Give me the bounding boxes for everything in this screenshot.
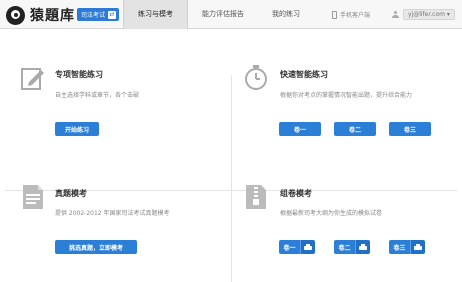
card-quick-practice: 快速智能练习 根据你对考点的掌握情况智能出题，提升综合能力 卷一 卷二 卷三 <box>243 65 453 145</box>
mock-paper-1-button[interactable]: 卷一 <box>279 240 300 254</box>
print-paper-2-button[interactable] <box>355 240 370 254</box>
ape-logo-icon <box>6 5 25 25</box>
mock-paper-2-button[interactable]: 卷二 <box>334 240 355 254</box>
card-title: 专项智能练习 <box>55 70 103 79</box>
card-title: 真题模考 <box>55 189 87 198</box>
card-description: 根据你对考点的掌握情况智能出题，提升综合能力 <box>280 92 413 99</box>
card-mock-exam: 组卷模考 根据最新司考大纲为你生成的模拟试卷 卷一 卷二 卷三 <box>243 184 453 264</box>
tab-my-practice[interactable]: 我的练习 <box>258 0 314 29</box>
mock-paper-2-group: 卷二 <box>334 240 370 254</box>
main-content: 专项智能练习 自主选择学科或章节，各个击破 开始练习 快速智能练习 根据你对考点… <box>0 29 462 282</box>
card-real-exam: 真题模考 提供 2002-2012 年国家司法考试真题模考 挑选真题，立即模考 <box>20 184 220 264</box>
zip-paper-icon <box>246 185 266 209</box>
logo[interactable]: 猿題库 <box>6 5 75 25</box>
start-practice-button[interactable]: 开始练习 <box>55 122 99 136</box>
exam-switch-badge[interactable]: 司法考试 ⇄ <box>77 8 120 21</box>
quick-paper-3-button[interactable]: 卷三 <box>389 122 431 136</box>
stopwatch-icon <box>245 65 267 90</box>
mock-paper-3-button[interactable]: 卷三 <box>389 240 410 254</box>
card-description: 提供 2002-2012 年国家司法考试真题模考 <box>55 210 170 217</box>
top-bar: 猿題库 司法考试 ⇄ 练习与模考 能力评估报告 我的练习 手机客户端 yj@li… <box>0 0 462 29</box>
printer-icon <box>359 243 367 251</box>
printer-icon <box>304 243 312 251</box>
exam-badge-label: 司法考试 <box>81 12 106 19</box>
edit-note-icon <box>21 68 44 90</box>
print-paper-3-button[interactable] <box>410 240 425 254</box>
card-description: 根据最新司考大纲为你生成的模拟试卷 <box>280 210 383 217</box>
mock-paper-1-group: 卷一 <box>279 240 315 254</box>
logo-text: 猿題库 <box>30 8 75 24</box>
user-icon <box>392 11 399 18</box>
card-title: 快速智能练习 <box>280 70 328 79</box>
phone-icon <box>332 10 337 19</box>
mock-paper-3-group: 卷三 <box>389 240 425 254</box>
tab-practice-and-mock[interactable]: 练习与模考 <box>123 0 188 29</box>
document-icon <box>23 185 43 209</box>
quick-paper-2-button[interactable]: 卷二 <box>334 122 376 136</box>
vertical-divider <box>231 75 232 282</box>
user-name-dropdown[interactable]: yj@lifer.com ▾ <box>403 9 455 20</box>
swap-icon: ⇄ <box>108 10 117 19</box>
mobile-client-label: 手机客户端 <box>340 12 371 19</box>
user-menu[interactable]: yj@lifer.com ▾ <box>392 0 455 29</box>
card-special-practice: 专项智能练习 自主选择学科或章节，各个击破 开始练习 <box>20 65 220 145</box>
choose-real-exam-button[interactable]: 挑选真题，立即模考 <box>55 240 137 254</box>
card-description: 自主选择学科或章节，各个击破 <box>55 92 140 99</box>
main-nav: 练习与模考 能力评估报告 我的练习 <box>123 0 314 29</box>
print-paper-1-button[interactable] <box>300 240 315 254</box>
mobile-client-link[interactable]: 手机客户端 <box>332 0 370 29</box>
quick-paper-1-button[interactable]: 卷一 <box>279 122 321 136</box>
tab-ability-report[interactable]: 能力评估报告 <box>188 0 258 29</box>
printer-icon <box>414 243 422 251</box>
card-title: 组卷模考 <box>280 189 312 198</box>
